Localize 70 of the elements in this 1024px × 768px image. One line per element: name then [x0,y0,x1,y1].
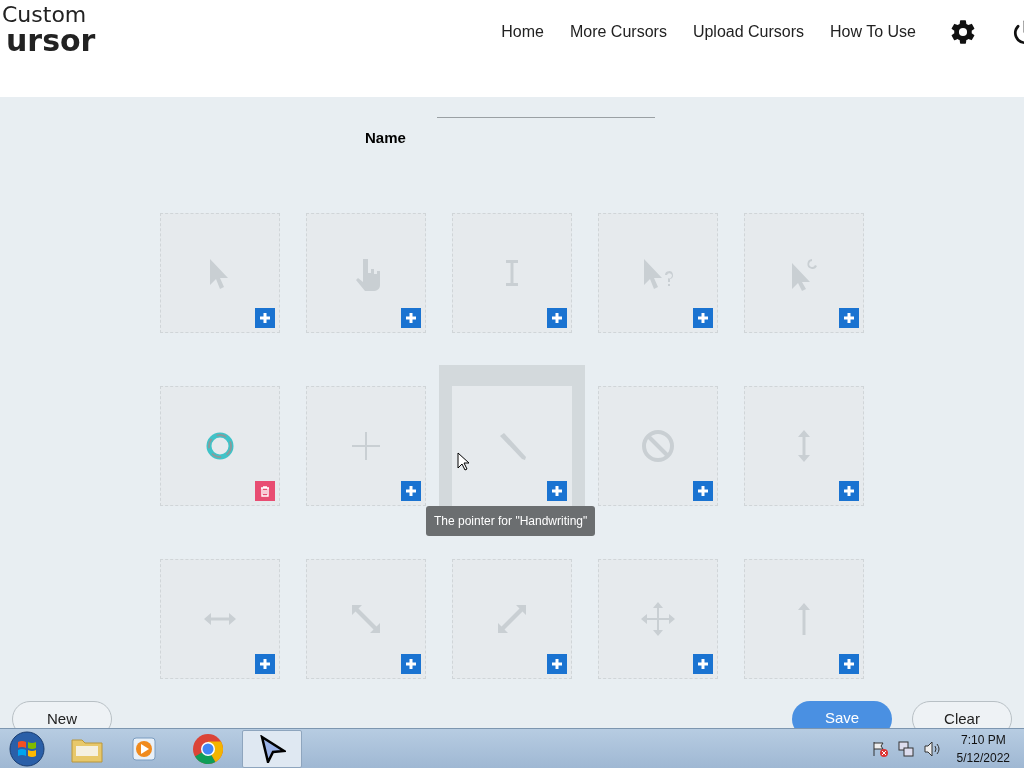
plus-icon [843,657,855,670]
plus-icon [405,311,417,324]
flag-error-icon[interactable] [870,739,889,758]
move-cursor-icon [640,600,676,637]
add-button[interactable] [693,307,713,328]
cursor-slot[interactable] [306,385,426,506]
cursor-slot[interactable] [598,212,718,333]
plus-icon [259,311,271,324]
add-button[interactable] [839,653,859,674]
add-button[interactable] [547,653,567,674]
plus-icon [551,657,563,670]
cursor-slot[interactable] [452,385,572,506]
add-button[interactable] [401,480,421,501]
plus-icon [843,484,855,497]
cursor-slot[interactable] [598,558,718,679]
plus-icon [259,657,271,670]
add-button[interactable] [839,480,859,501]
plus-icon [405,657,417,670]
tooltip: The pointer for "Handwriting" [426,506,596,536]
mouse-pointer-icon [457,452,470,472]
cursor-app-icon [258,734,286,763]
plus-icon [697,657,709,670]
cursor-slot[interactable] [744,558,864,679]
add-button[interactable] [255,307,275,328]
add-button[interactable] [401,307,421,328]
cursor-slot[interactable] [160,558,280,679]
cursor-slot[interactable] [306,558,426,679]
plus-icon [843,311,855,324]
clock-time: 7:10 PM [960,731,1006,749]
add-button[interactable] [547,307,567,328]
start-orb-icon[interactable] [8,729,46,768]
plus-icon [551,311,563,324]
add-button[interactable] [401,653,421,674]
nav-link[interactable]: Home [501,20,544,44]
cursor-slot[interactable] [598,385,718,506]
add-button[interactable] [693,653,713,674]
trash-icon [259,484,271,497]
chrome-icon[interactable] [192,732,224,765]
outline-button[interactable]: Clear [912,701,1012,728]
cursor-slot[interactable] [744,212,864,333]
volume-icon[interactable] [922,739,941,758]
logo-text: ursor [6,26,96,56]
plus-icon [697,311,709,324]
outline-button[interactable]: New [12,701,112,728]
taskbar-app-button[interactable] [242,729,302,768]
settings-icon[interactable] [950,19,976,45]
cursor-slot[interactable] [306,212,426,333]
network-icon[interactable] [896,739,915,758]
nav-link[interactable]: How To Use [830,20,916,44]
name-label: Name [365,128,406,148]
plus-icon [551,484,563,497]
add-button[interactable] [255,653,275,674]
no-entry-icon [640,427,676,464]
nav-link[interactable]: Upload Cursors [692,20,805,44]
add-button[interactable] [693,480,713,501]
logo-text: Custom [2,4,88,26]
plus-icon [405,484,417,497]
nav-link[interactable]: More Cursors [569,20,667,44]
cursor-slot[interactable] [452,212,572,333]
cursor-slot[interactable] [160,385,280,506]
delete-button[interactable] [255,480,275,501]
add-button[interactable] [547,480,567,501]
add-button[interactable] [839,307,859,328]
cursor-slot[interactable] [452,558,572,679]
horizontal-resize-icon [204,612,236,625]
plus-icon [697,484,709,497]
media-player-icon[interactable] [130,734,158,763]
clock-date: 5/12/2022 [956,749,1010,767]
cursor-slot[interactable] [160,212,280,333]
cursor-slot[interactable] [744,385,864,506]
